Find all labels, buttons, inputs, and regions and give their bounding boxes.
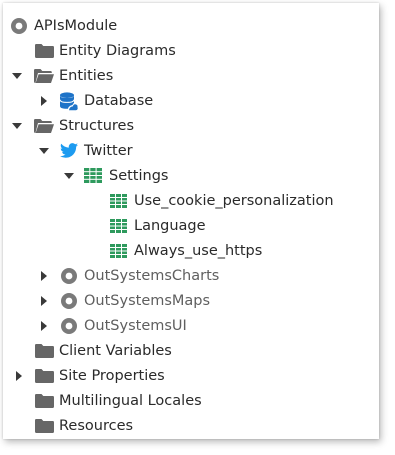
tree-row-outsystemsmaps[interactable]: OutSystemsMaps xyxy=(3,288,379,313)
tree-label-outsystemsmaps: OutSystemsMaps xyxy=(84,292,211,309)
database-icon xyxy=(59,91,79,111)
tree-label-resources: Resources xyxy=(59,417,134,434)
caret-down-icon[interactable] xyxy=(38,145,50,157)
tree-row-client-variables[interactable]: Client Variables xyxy=(3,338,379,363)
tree-row-attribute[interactable]: Use_cookie_personalization xyxy=(3,188,379,213)
tree-row-resources[interactable]: Resources xyxy=(3,413,379,438)
folder-open-icon xyxy=(34,117,54,135)
caret-right-icon[interactable] xyxy=(38,95,50,107)
folder-icon xyxy=(34,392,54,410)
tree-label-entities: Entities xyxy=(59,67,114,84)
tree-label-outsystemscharts: OutSystemsCharts xyxy=(84,267,220,284)
tree-row-apismodule[interactable]: APIsModule xyxy=(3,13,379,38)
folder-icon xyxy=(34,42,54,60)
tree-row-twitter[interactable]: Twitter xyxy=(3,138,379,163)
tree-label-attribute: Language xyxy=(134,217,206,234)
tree-row-site-properties[interactable]: Site Properties xyxy=(3,363,379,388)
caret-right-icon[interactable] xyxy=(38,320,50,332)
tree-label-outsystemsui: OutSystemsUI xyxy=(84,317,187,334)
tree-label-attribute: Use_cookie_personalization xyxy=(134,192,334,209)
caret-right-icon[interactable] xyxy=(38,270,50,282)
tree-label-site-properties: Site Properties xyxy=(59,367,165,384)
module-icon xyxy=(59,267,79,285)
attribute-icon xyxy=(108,192,128,210)
folder-open-icon xyxy=(34,67,54,85)
tree-row-outsystemsui[interactable]: OutSystemsUI xyxy=(3,313,379,338)
module-tree-panel: APIsModule Entity Diagrams Entities Data… xyxy=(3,3,379,439)
tree-label-client-variables: Client Variables xyxy=(59,342,172,359)
structure-icon xyxy=(83,167,103,185)
caret-right-icon[interactable] xyxy=(13,370,25,382)
tree-label-database: Database xyxy=(84,92,154,109)
tree-label-multilingual-locales: Multilingual Locales xyxy=(59,392,202,409)
module-icon xyxy=(59,292,79,310)
tree-label-structures: Structures xyxy=(59,117,135,134)
tree-row-multilingual-locales[interactable]: Multilingual Locales xyxy=(3,388,379,413)
twitter-icon xyxy=(59,142,79,160)
attribute-icon xyxy=(108,217,128,235)
tree-row-structures[interactable]: Structures xyxy=(3,113,379,138)
caret-down-icon[interactable] xyxy=(63,170,75,182)
caret-down-icon[interactable] xyxy=(11,120,23,132)
tree-label-apismodule: APIsModule xyxy=(34,17,118,34)
tree-row-database[interactable]: Database xyxy=(3,88,379,113)
tree-row-attribute[interactable]: Always_use_https xyxy=(3,238,379,263)
tree-row-settings[interactable]: Settings xyxy=(3,163,379,188)
tree-row-entity-diagrams[interactable]: Entity Diagrams xyxy=(3,38,379,63)
attribute-icon xyxy=(108,242,128,260)
caret-down-icon[interactable] xyxy=(11,70,23,82)
caret-right-icon[interactable] xyxy=(38,295,50,307)
module-icon xyxy=(59,317,79,335)
tree-label-entity-diagrams: Entity Diagrams xyxy=(59,42,176,59)
tree-row-outsystemscharts[interactable]: OutSystemsCharts xyxy=(3,263,379,288)
folder-icon xyxy=(34,342,54,360)
tree-row-attribute[interactable]: Language xyxy=(3,213,379,238)
tree-row-entities[interactable]: Entities xyxy=(3,63,379,88)
folder-icon xyxy=(34,417,54,435)
tree-label-twitter: Twitter xyxy=(84,142,133,159)
tree-label-settings: Settings xyxy=(109,167,169,184)
folder-icon xyxy=(34,367,54,385)
tree-label-attribute: Always_use_https xyxy=(134,242,263,259)
module-icon xyxy=(9,17,29,35)
